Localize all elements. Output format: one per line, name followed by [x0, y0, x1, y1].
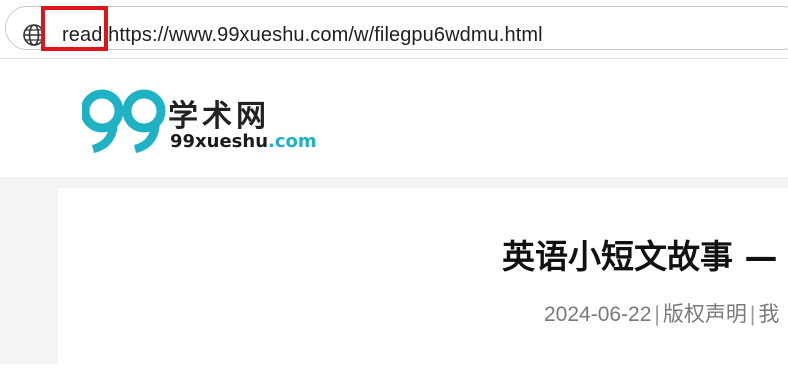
address-bar[interactable]: read:https://www.99xueshu.com/w/filegpu6… — [5, 6, 788, 50]
browser-toolbar: read:https://www.99xueshu.com/w/filegpu6… — [0, 0, 788, 58]
logo-domain-suffix: .com — [268, 131, 317, 152]
article-meta: 2024-06-22 | 版权声明 | 我 — [544, 298, 779, 328]
article-title: 英语小短文故事 — — [502, 237, 778, 276]
meta-separator: | — [749, 303, 756, 326]
logo-chinese-text: 学术网 — [168, 99, 270, 134]
scheme-highlight-box — [41, 6, 108, 51]
logo-domain-text: 99xueshu.com — [170, 131, 317, 152]
meta-trailing-link[interactable]: 我 — [758, 303, 779, 326]
logo-domain-name: 99xueshu — [170, 131, 269, 152]
meta-separator: | — [654, 303, 660, 326]
url-text: read:https://www.99xueshu.com/w/filegpu6… — [62, 24, 543, 47]
site-header: 学术网 99xueshu.com — [0, 59, 788, 177]
article-date: 2024-06-22 — [544, 303, 652, 326]
article-card: 英语小短文故事 — 2024-06-22 | 版权声明 | 我 — [58, 188, 788, 378]
url-rest: https://www.99xueshu.com/w/filegpu6wdmu.… — [108, 24, 543, 46]
copyright-link[interactable]: 版权声明 — [663, 303, 747, 326]
